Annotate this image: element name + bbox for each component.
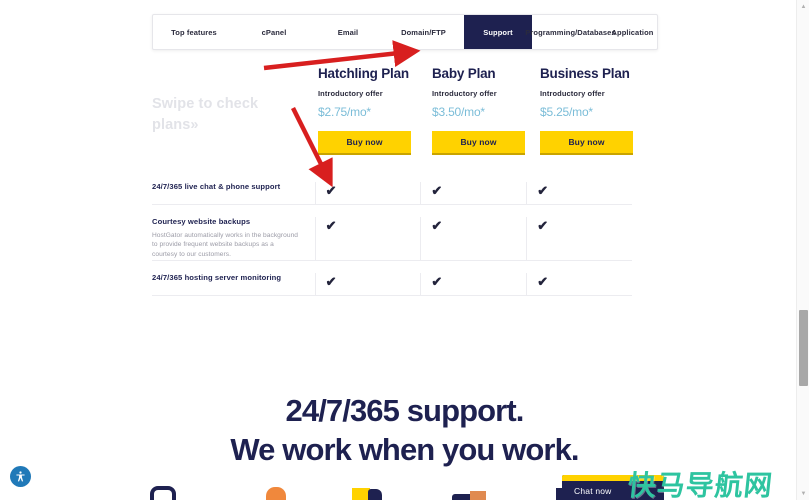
table-row: 24/7/365 live chat & phone support ✔ ✔ ✔: [152, 170, 632, 205]
feature-comparison-table: 24/7/365 live chat & phone support ✔ ✔ ✔…: [152, 170, 632, 296]
feature-value-hatchling: ✔: [314, 272, 421, 295]
support-headline: 24/7/365 support. We work when you work.: [0, 392, 809, 470]
feature-description: HostGator automatically works in the bac…: [152, 231, 299, 258]
scrollbar-up-arrow[interactable]: ▲: [797, 0, 809, 13]
page-root: Top features cPanel Email Domain/FTP Sup…: [0, 0, 809, 500]
knowledge-base-icon-accent: [368, 489, 382, 500]
feature-value-business: ✔: [526, 182, 632, 204]
check-icon: ✔: [537, 183, 549, 198]
buy-now-button-baby[interactable]: Buy now: [432, 131, 525, 155]
tab-cpanel[interactable]: cPanel: [235, 15, 313, 49]
ticket-icon-accent: [470, 491, 486, 500]
plan-title: Baby Plan: [432, 66, 496, 81]
feature-value-business: ✔: [526, 217, 632, 260]
feature-label-cell: 24/7/365 live chat & phone support: [152, 182, 315, 192]
check-icon: ✔: [537, 273, 549, 289]
plan-offer-label: Introductory offer: [540, 89, 605, 98]
feature-name: 24/7/365 hosting server monitoring: [152, 272, 282, 282]
plan-cards: Hatchling Plan Introductory offer $2.75/…: [318, 66, 658, 166]
table-row: Courtesy website backups HostGator autom…: [152, 205, 632, 261]
headline-line-1: 24/7/365 support.: [285, 393, 525, 428]
feature-value-hatchling: ✔: [314, 182, 421, 204]
tab-top-features[interactable]: Top features: [153, 15, 235, 49]
phone-icon: [266, 487, 286, 500]
check-icon: ✔: [325, 218, 337, 233]
swipe-hint-text: Swipe to check plans»: [152, 96, 259, 133]
site-watermark: 快马导航网: [626, 470, 775, 500]
plan-offer-label: Introductory offer: [318, 89, 383, 98]
scrollbar-down-arrow[interactable]: ▼: [797, 487, 809, 500]
feature-value-baby: ✔: [420, 182, 526, 204]
tab-application[interactable]: Application: [609, 15, 656, 49]
accessibility-button[interactable]: [10, 466, 31, 487]
tab-programming-databases[interactable]: Programming/Databases: [525, 15, 615, 49]
plan-title: Business Plan: [540, 66, 630, 81]
feature-value-baby: ✔: [420, 217, 526, 260]
plan-price: $2.75/mo*: [318, 105, 371, 119]
feature-label-cell: Courtesy website backups HostGator autom…: [152, 217, 315, 260]
plan-price: $5.25/mo*: [540, 105, 593, 119]
feature-value-business: ✔: [526, 272, 632, 295]
feature-name: Courtesy website backups: [152, 217, 251, 226]
check-icon: ✔: [325, 183, 337, 198]
chat-now-label: Chat now: [574, 486, 612, 496]
check-icon: ✔: [325, 273, 337, 289]
feature-value-hatchling: ✔: [314, 217, 421, 260]
check-icon: ✔: [431, 218, 443, 233]
plan-card-baby: Baby Plan Introductory offer $3.50/mo* B…: [432, 66, 544, 155]
scrollbar-thumb[interactable]: [799, 310, 808, 386]
table-row: 24/7/365 hosting server monitoring ✔ ✔ ✔: [152, 261, 632, 296]
check-icon: ✔: [431, 183, 443, 198]
plan-price: $3.50/mo*: [432, 105, 485, 119]
plan-category-tabbar: Top features cPanel Email Domain/FTP Sup…: [152, 14, 658, 50]
plan-card-hatchling: Hatchling Plan Introductory offer $2.75/…: [318, 66, 430, 155]
buy-now-button-business[interactable]: Buy now: [540, 131, 633, 155]
tab-support[interactable]: Support: [464, 15, 532, 49]
plan-offer-label: Introductory offer: [432, 89, 497, 98]
check-icon: ✔: [537, 218, 549, 233]
tab-domain-ftp[interactable]: Domain/FTP: [383, 15, 464, 49]
buy-now-button-hatchling[interactable]: Buy now: [318, 131, 411, 155]
page-scrollbar[interactable]: ▲ ▼: [796, 0, 809, 500]
feature-label-cell: 24/7/365 hosting server monitoring: [152, 273, 315, 283]
feature-name: 24/7/365 live chat & phone support: [152, 182, 281, 191]
plan-title: Hatchling Plan: [318, 66, 409, 81]
check-icon: ✔: [431, 273, 443, 289]
plan-card-business: Business Plan Introductory offer $5.25/m…: [540, 66, 652, 155]
chat-bubble-icon: [150, 486, 176, 500]
tab-email[interactable]: Email: [313, 15, 383, 49]
feature-value-baby: ✔: [420, 272, 526, 295]
accessibility-icon: [16, 471, 25, 482]
